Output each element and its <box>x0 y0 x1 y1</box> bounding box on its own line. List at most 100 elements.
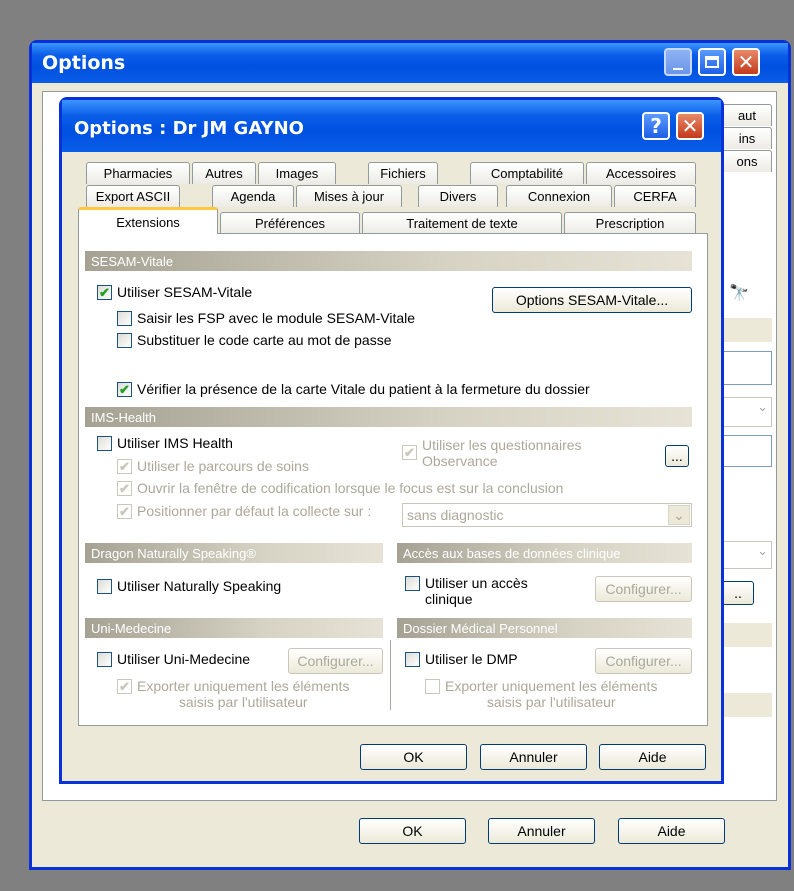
chk-dmp[interactable]: Utiliser le DMP <box>405 651 518 667</box>
checkbox[interactable] <box>405 576 420 591</box>
section-title: Dossier Médical Personnel <box>403 620 558 636</box>
checkbox[interactable] <box>117 311 132 326</box>
checkbox[interactable]: ✔ <box>117 459 132 474</box>
outer-tab-2[interactable]: ins <box>722 127 772 149</box>
tab-extensions[interactable]: Extensions <box>78 207 218 234</box>
acces-configure-button[interactable]: Configurer... <box>595 576 692 602</box>
outer-window-title: Options <box>42 52 126 74</box>
chk-parcours-soins[interactable]: ✔ Utiliser le parcours de soins <box>117 458 309 474</box>
tab-accessoires[interactable]: Accessoires <box>586 162 696 184</box>
inner-help-button-bottom[interactable]: Aide <box>599 744 706 770</box>
binoculars-icon[interactable]: 🔭 <box>729 283 749 302</box>
checkbox-label: Utiliser IMS Health <box>117 435 233 451</box>
chk-use-ims[interactable]: Utiliser IMS Health <box>97 435 233 451</box>
outer-tab-label: aut <box>737 108 757 123</box>
minimize-button[interactable]: _ <box>664 46 692 76</box>
checkbox[interactable]: ✔ <box>117 504 132 519</box>
tab-preferences[interactable]: Préférences <box>220 212 360 234</box>
ims-ellipsis-button[interactable]: ... <box>665 445 689 467</box>
section-header-ims: IMS-Health <box>85 407 692 427</box>
inner-window-title: Options : Dr JM GAYNO <box>74 117 304 139</box>
inner-help-button[interactable]: ? <box>642 112 670 140</box>
chk-use-sesam[interactable]: ✔ Utiliser SESAM-Vitale <box>97 284 252 300</box>
section-header-dragon: Dragon Naturally Speaking® <box>85 543 383 563</box>
chk-codification[interactable]: ✔ Ouvrir la fenêtre de codification lorsq… <box>117 480 563 496</box>
outer-ellipsis-button[interactable]: .. <box>722 581 754 605</box>
checkbox[interactable] <box>97 436 112 451</box>
inner-ok-button[interactable]: OK <box>360 744 467 770</box>
help-label: Aide <box>638 749 667 765</box>
tab-images[interactable]: Images <box>258 162 336 184</box>
outer-field-2[interactable] <box>722 435 772 467</box>
inner-titlebar[interactable]: Options : Dr JM GAYNO <box>62 100 721 152</box>
outer-tab-3[interactable]: ons <box>722 150 772 172</box>
checkbox[interactable] <box>97 579 112 594</box>
checkbox-label: Utiliser le DMP <box>425 651 518 667</box>
tab-label: Divers <box>439 189 477 204</box>
outer-help-button[interactable]: Aide <box>618 818 725 844</box>
maximize-button[interactable] <box>698 48 726 76</box>
options-sesam-button[interactable]: Options SESAM-Vitale... <box>492 287 692 313</box>
collecte-dropdown[interactable]: sans diagnostic ⌄ <box>402 503 692 527</box>
dmp-configure-button[interactable]: Configurer... <box>595 648 692 674</box>
outer-ok-button[interactable]: OK <box>359 818 466 844</box>
chk-substituer-code[interactable]: Substituer le code carte au mot de passe <box>117 332 391 348</box>
outer-tab-1[interactable]: aut <box>722 104 772 126</box>
checkbox[interactable]: ✔ <box>117 679 132 694</box>
chk-collecte[interactable]: ✔ Positionner par défaut la collecte sur … <box>117 503 371 519</box>
checkbox[interactable] <box>405 652 420 667</box>
tab-label: Autres <box>205 166 243 181</box>
tab-fichiers[interactable]: Fichiers <box>368 162 438 184</box>
outer-cancel-button[interactable]: Annuler <box>488 818 595 844</box>
tab-label: Prescription <box>595 216 665 231</box>
tab-connexion[interactable]: Connexion <box>506 185 612 207</box>
section-title: IMS-Health <box>91 409 157 425</box>
checkbox[interactable]: ✔ <box>117 481 132 496</box>
checkbox[interactable] <box>97 652 112 667</box>
vertical-divider <box>390 640 391 710</box>
checkbox[interactable]: ✔ <box>117 382 132 397</box>
tab-comptabilite[interactable]: Comptabilité <box>470 162 584 184</box>
tab-agenda[interactable]: Agenda <box>212 185 294 207</box>
inner-close-button[interactable]: ✕ <box>676 112 704 140</box>
checkbox[interactable]: ✔ <box>97 285 112 300</box>
section-title: Uni-Medecine <box>91 620 172 636</box>
chk-uni-export[interactable]: ✔ Exporter uniquement les éléments saisis … <box>117 678 349 710</box>
chk-questionnaires[interactable]: ✔ Utiliser les questionnaires Observance <box>402 437 582 469</box>
tab-label: Export ASCII <box>95 189 171 204</box>
tab-label: Accessoires <box>605 166 677 181</box>
tab-prescription[interactable]: Prescription <box>564 212 696 234</box>
uni-configure-button[interactable]: Configurer... <box>288 648 383 674</box>
outer-dropdown-1[interactable]: ⌄ <box>722 397 772 427</box>
chk-verifier-carte[interactable]: ✔ Vérifier la présence de la carte Vitale… <box>117 381 590 397</box>
outer-strip-2 <box>722 623 772 647</box>
label-line-1: Utiliser un accès <box>425 575 528 591</box>
label-line-1: Utiliser les questionnaires <box>422 437 582 453</box>
outer-dropdown-2[interactable]: ⌄ <box>722 541 772 569</box>
checkbox[interactable]: ✔ <box>402 445 417 460</box>
outer-field-1[interactable] <box>722 351 772 385</box>
chk-naturally-speaking[interactable]: Utiliser Naturally Speaking <box>97 578 281 594</box>
tab-traitement-texte[interactable]: Traitement de texte <box>362 212 562 234</box>
chk-acces-clinique[interactable]: Utiliser un accès clinique <box>405 575 528 607</box>
tab-mises-a-jour[interactable]: Mises à jour <box>296 185 402 207</box>
close-icon: ✕ <box>681 114 699 138</box>
checkbox[interactable] <box>117 333 132 348</box>
checkbox-label: Utiliser le parcours de soins <box>137 458 309 474</box>
checkbox-label: Positionner par défaut la collecte sur : <box>137 503 372 519</box>
tab-autres[interactable]: Autres <box>192 162 256 184</box>
tab-export-ascii[interactable]: Export ASCII <box>86 185 180 207</box>
dropdown-value: sans diagnostic <box>407 507 504 523</box>
chk-dmp-export[interactable]: Exporter uniquement les éléments saisis p… <box>425 678 657 710</box>
tab-divers[interactable]: Divers <box>418 185 498 207</box>
chk-uni-medecine[interactable]: Utiliser Uni-Medecine <box>97 651 250 667</box>
tab-label: Connexion <box>527 189 591 204</box>
checkbox-label: Exporter uniquement les éléments saisis p… <box>445 678 657 710</box>
inner-cancel-button[interactable]: Annuler <box>480 744 587 770</box>
tab-cerfa[interactable]: CERFA <box>614 185 696 207</box>
outer-close-button[interactable]: ✕ <box>732 48 760 76</box>
checkbox-label: Vérifier la présence de la carte Vitale … <box>137 381 590 397</box>
tab-pharmacies[interactable]: Pharmacies <box>86 162 190 184</box>
checkbox[interactable] <box>425 679 440 694</box>
chk-saisir-fsp[interactable]: Saisir les FSP avec le module SESAM-Vita… <box>117 310 415 326</box>
